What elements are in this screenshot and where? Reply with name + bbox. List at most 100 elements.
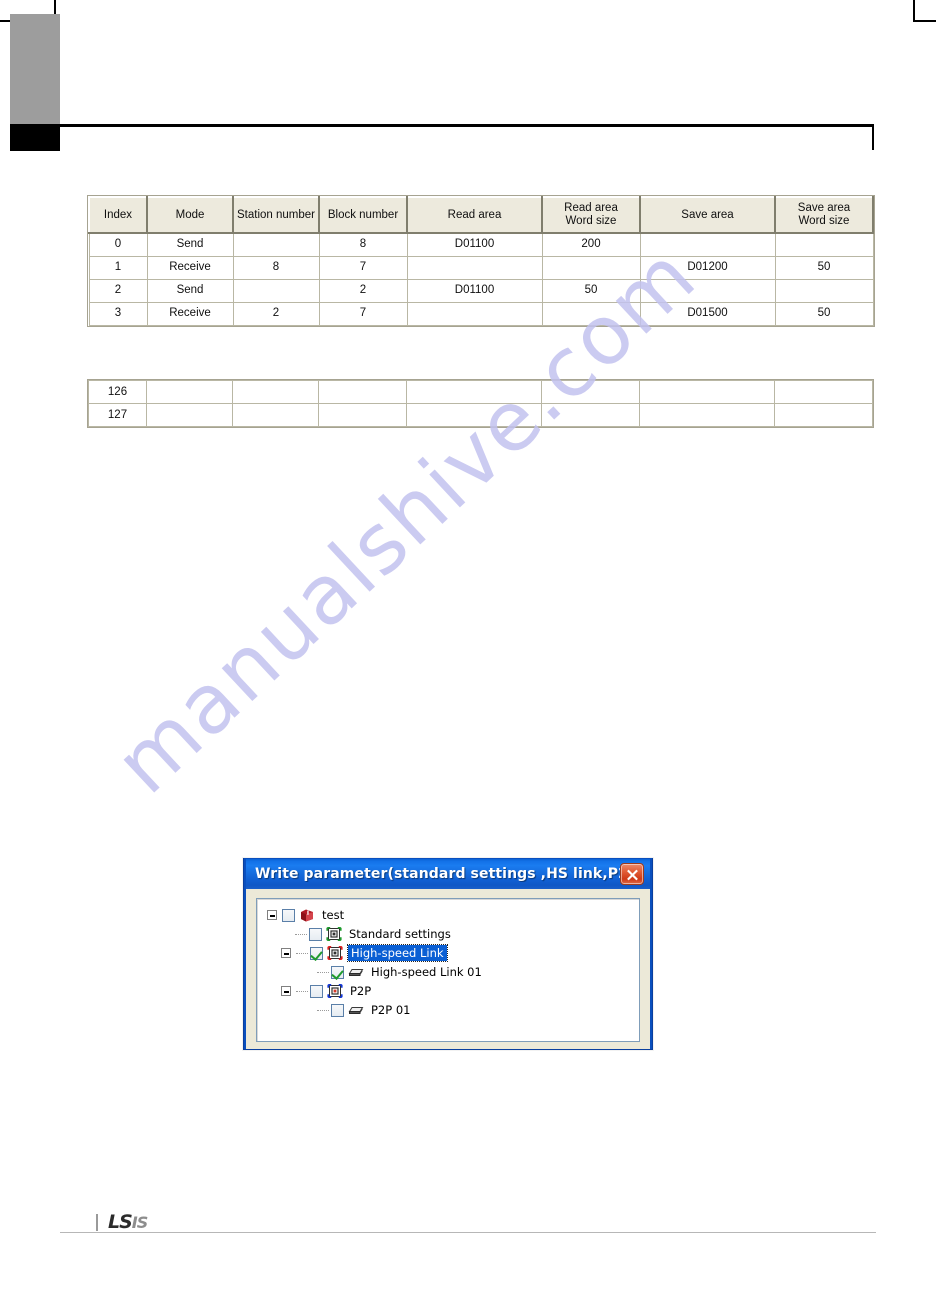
footer-divider <box>96 1214 98 1231</box>
cell-index[interactable]: 126 <box>88 380 147 404</box>
checkbox-p2p-01[interactable] <box>331 1003 344 1017</box>
collapse-icon[interactable] <box>281 986 291 996</box>
cell-save-area[interactable]: D01200 <box>639 255 776 280</box>
column-header-read-word-size[interactable]: Read area Word size <box>541 196 641 234</box>
checkbox-p2p[interactable] <box>310 984 323 998</box>
cell-save-area[interactable]: D01500 <box>639 301 776 326</box>
tree-label: test <box>322 908 345 922</box>
cell-read-area[interactable] <box>406 403 542 427</box>
cell-station[interactable] <box>232 232 320 257</box>
cell-station[interactable] <box>232 380 319 404</box>
cell-index[interactable]: 0 <box>88 232 148 257</box>
cell-block[interactable]: 2 <box>318 278 408 303</box>
hs-link-table-tail: 126 127 <box>88 380 873 427</box>
tree-item-standard-settings[interactable]: Standard settings <box>267 925 639 943</box>
hs-link-table-tail-body: 126 127 <box>88 380 873 427</box>
hs-link-parameter-table: Index Mode Station number Block number R… <box>88 196 874 326</box>
table-row[interactable]: 1 Receive 8 7 D01200 50 <box>88 255 874 280</box>
cell-mode[interactable]: Receive <box>146 255 234 280</box>
cell-read-area[interactable] <box>406 301 543 326</box>
tree-label-selected: High-speed Link <box>347 944 448 962</box>
cell-save-area[interactable] <box>639 278 776 303</box>
cell-index[interactable]: 2 <box>88 278 148 303</box>
tree-connector <box>296 990 308 992</box>
collapse-icon[interactable] <box>281 948 291 958</box>
cell-block[interactable]: 7 <box>318 301 408 326</box>
cell-mode[interactable]: Receive <box>146 301 234 326</box>
cell-station[interactable] <box>232 278 320 303</box>
cell-read-word-size[interactable]: 50 <box>541 278 641 303</box>
hs-link-table: Index Mode Station number Block number R… <box>88 196 874 326</box>
cell-save-area[interactable] <box>639 232 776 257</box>
dialog-title-bar[interactable]: Write parameter(standard settings ,HS li… <box>244 858 652 889</box>
tree-item-high-speed-link-01[interactable]: High-speed Link 01 <box>267 963 639 981</box>
cell-save-word-size[interactable] <box>774 232 874 257</box>
column-header-block[interactable]: Block number <box>318 196 408 234</box>
tree-connector <box>295 933 307 935</box>
tree-item-p2p[interactable]: P2P <box>267 982 639 1000</box>
cell-block[interactable]: 8 <box>318 232 408 257</box>
cell-read-area[interactable] <box>406 255 543 280</box>
cell-index[interactable]: 127 <box>88 403 147 427</box>
tree-connector <box>317 971 329 973</box>
column-header-index[interactable]: Index <box>88 196 148 234</box>
header-rule-end-tick <box>872 124 874 150</box>
column-header-save-word-size[interactable]: Save area Word size <box>774 196 874 234</box>
cell-station[interactable] <box>232 403 319 427</box>
cell-read-area[interactable]: D01100 <box>406 278 543 303</box>
link-block-icon <box>348 965 364 979</box>
cell-read-area[interactable] <box>406 380 542 404</box>
cell-block[interactable]: 7 <box>318 255 408 280</box>
cell-read-area[interactable]: D01100 <box>406 232 543 257</box>
cell-read-word-size[interactable] <box>541 301 641 326</box>
cell-station[interactable]: 8 <box>232 255 320 280</box>
dialog-title: Write parameter(standard settings ,HS li… <box>255 866 620 882</box>
close-icon[interactable] <box>620 863 644 885</box>
table-row[interactable]: 0 Send 8 D01100 200 <box>88 232 874 257</box>
cell-mode[interactable]: Send <box>146 232 234 257</box>
tree-item-test[interactable]: test <box>267 906 639 924</box>
cell-read-word-size[interactable] <box>541 380 640 404</box>
cell-mode[interactable] <box>146 380 233 404</box>
header-gray-block <box>10 14 60 124</box>
tree-item-p2p-01[interactable]: P2P 01 <box>267 1001 639 1019</box>
tree-item-high-speed-link[interactable]: High-speed Link <box>267 944 639 962</box>
checkbox-high-speed-link-01[interactable] <box>331 965 344 979</box>
cell-save-area[interactable] <box>639 403 775 427</box>
cell-save-word-size[interactable]: 50 <box>774 255 874 280</box>
cell-save-word-size[interactable]: 50 <box>774 301 874 326</box>
column-header-mode[interactable]: Mode <box>146 196 234 234</box>
write-parameter-dialog: Write parameter(standard settings ,HS li… <box>243 858 653 1050</box>
header-rule <box>56 124 874 127</box>
column-header-read-area[interactable]: Read area <box>406 196 543 234</box>
cell-read-word-size[interactable]: 200 <box>541 232 641 257</box>
cell-save-word-size[interactable] <box>774 403 873 427</box>
checkbox-high-speed-link[interactable] <box>310 946 323 960</box>
cell-read-word-size[interactable] <box>541 403 640 427</box>
tree-label: P2P <box>350 984 372 998</box>
checkbox-test[interactable] <box>282 908 295 922</box>
table-row[interactable]: 126 <box>88 380 873 404</box>
column-header-save-area[interactable]: Save area <box>639 196 776 234</box>
dialog-body: test Standard settings High-speed Link H… <box>244 889 652 1049</box>
cell-mode[interactable] <box>146 403 233 427</box>
cell-save-area[interactable] <box>639 380 775 404</box>
cell-block[interactable] <box>318 380 407 404</box>
column-header-station[interactable]: Station number <box>232 196 320 234</box>
collapse-icon[interactable] <box>267 910 277 920</box>
table-row[interactable]: 2 Send 2 D01100 50 <box>88 278 874 303</box>
cell-read-word-size[interactable] <box>541 255 641 280</box>
cell-save-word-size[interactable] <box>774 380 873 404</box>
checkbox-standard-settings[interactable] <box>309 927 322 941</box>
cell-save-word-size[interactable] <box>774 278 874 303</box>
cell-station[interactable]: 2 <box>232 301 320 326</box>
parameter-tree[interactable]: test Standard settings High-speed Link H… <box>256 898 640 1042</box>
table-row[interactable]: 3 Receive 2 7 D01500 50 <box>88 301 874 326</box>
cell-index[interactable]: 3 <box>88 301 148 326</box>
cell-block[interactable] <box>318 403 407 427</box>
cell-index[interactable]: 1 <box>88 255 148 280</box>
crop-mark-top-right-vertical <box>913 0 915 22</box>
cell-mode[interactable]: Send <box>146 278 234 303</box>
table-row[interactable]: 127 <box>88 403 873 427</box>
standard-settings-icon <box>326 927 342 941</box>
